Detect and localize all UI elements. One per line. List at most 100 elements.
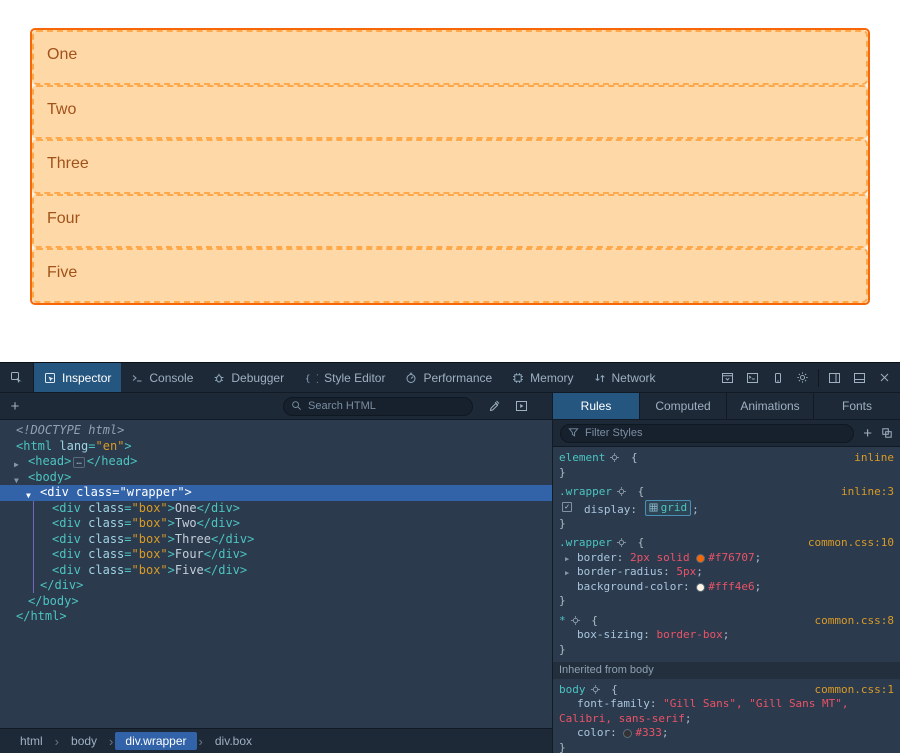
tab-network[interactable]: Network — [584, 363, 666, 392]
search-html-input[interactable] — [283, 397, 473, 416]
stylesheet-link[interactable]: common.css:10 — [808, 536, 894, 551]
color-swatch[interactable] — [696, 554, 705, 563]
settings-button[interactable] — [790, 363, 815, 392]
css-declaration[interactable]: ▶border: 2px solid #f76707; — [553, 551, 900, 566]
css-rule: .wrapper {common.css:10▶border: 2px soli… — [553, 536, 900, 609]
rule-selector[interactable]: .wrapper — [559, 485, 612, 498]
rule-selector[interactable]: body — [559, 683, 586, 696]
sidebar-tab-animations[interactable]: Animations — [727, 393, 814, 419]
color-swatch[interactable] — [696, 583, 705, 592]
pick-element-button[interactable] — [0, 363, 34, 392]
responsive-design-button[interactable] — [765, 363, 790, 392]
tab-debugger[interactable]: Debugger — [203, 363, 294, 392]
rule-selector[interactable]: element — [559, 451, 605, 464]
close-devtools-button[interactable] — [872, 363, 897, 392]
property-value: "Gill Sans", "Gill Sans MT", — [663, 697, 848, 710]
dock-to-bottom-icon — [853, 372, 866, 384]
markup-line[interactable]: ▶<head>…</head> — [0, 454, 552, 470]
css-rule: * {common.css:8box-sizing: border-box;} — [553, 614, 900, 658]
sidebar-tab-computed[interactable]: Computed — [640, 393, 727, 419]
tab-style-editor[interactable]: { }Style Editor — [294, 363, 395, 392]
markup-line[interactable]: <html lang="en"> — [0, 439, 552, 455]
css-declaration[interactable]: background-color: #fff4e6; — [553, 580, 900, 595]
grid-highlighter-toggle[interactable]: grid — [645, 500, 692, 517]
property-value: grid — [661, 501, 688, 516]
markup-line[interactable]: <div class="box">Two</div> — [0, 516, 552, 532]
declaration-checkbox[interactable]: ✓ — [562, 502, 572, 512]
css-declaration[interactable]: ▶border-radius: 5px; — [553, 565, 900, 580]
toolbar-right-icons — [715, 363, 900, 392]
rule-selector-line: element {inline — [553, 451, 900, 466]
grid-box: One — [32, 30, 868, 85]
markup-line[interactable]: <!DOCTYPE html> — [0, 423, 552, 439]
property-value: 5px — [676, 565, 696, 578]
markup-line[interactable]: <div class="box">One</div> — [0, 501, 552, 517]
markup-line[interactable]: ▼<body> — [0, 470, 552, 486]
filter-icon — [568, 427, 579, 438]
markup-line[interactable]: </div> — [0, 578, 552, 594]
css-declaration[interactable]: box-sizing: border-box; — [553, 628, 900, 643]
style-editor-icon: { } — [304, 372, 318, 384]
stylesheet-link[interactable]: inline:3 — [841, 485, 894, 500]
expand-icon[interactable]: ▶ — [565, 552, 569, 567]
breadcrumb-item-div.wrapper[interactable]: div.wrapper — [115, 732, 196, 750]
add-rule-button[interactable]: + — [863, 425, 872, 442]
rule-selector[interactable]: .wrapper — [559, 536, 612, 549]
css-declaration[interactable]: ✓display: grid; — [553, 500, 900, 517]
color-swatch[interactable] — [623, 729, 632, 738]
tab-label: Performance — [423, 371, 492, 385]
sidebar-tab-fonts[interactable]: Fonts — [814, 393, 900, 419]
css-declaration[interactable]: color: #333; — [553, 726, 900, 741]
eyedropper-button[interactable] — [488, 400, 500, 412]
selector-highlighter-icon[interactable] — [609, 452, 620, 463]
rules-toolbar: + — [553, 420, 900, 447]
dock-to-side-button[interactable] — [822, 363, 847, 392]
breadcrumb-item-div.box[interactable]: div.box — [205, 732, 262, 750]
rule-selector-line: .wrapper {common.css:10 — [553, 536, 900, 551]
eval-button[interactable] — [515, 400, 528, 412]
markup-line[interactable]: <div class="box">Four</div> — [0, 547, 552, 563]
gear-icon — [796, 371, 809, 384]
pseudo-class-panel-button[interactable] — [881, 427, 893, 439]
debugger-icon — [213, 372, 225, 384]
breadcrumb-item-body[interactable]: body — [61, 732, 107, 750]
markup-line[interactable]: <div class="box">Five</div> — [0, 563, 552, 579]
stylesheet-link[interactable]: common.css:1 — [815, 683, 894, 698]
sidebar-tab-rules[interactable]: Rules — [553, 393, 640, 419]
property-name: display — [584, 502, 630, 515]
responsive-design-icon — [772, 372, 784, 384]
performance-icon — [405, 372, 417, 384]
markup-line[interactable]: ▼<div class="wrapper"> — [0, 485, 552, 501]
selector-highlighter-icon[interactable] — [570, 615, 581, 626]
property-name: background-color — [577, 580, 683, 593]
color-value: #fff4e6 — [708, 580, 754, 593]
add-node-button[interactable]: + — [0, 398, 30, 415]
selector-highlighter-icon[interactable] — [616, 486, 627, 497]
markup-line[interactable]: </body> — [0, 594, 552, 610]
collapsed-marker[interactable]: … — [73, 457, 84, 468]
split-console-button[interactable] — [740, 363, 765, 392]
rules-list: element {inline}.wrapper {inline:3✓displ… — [553, 447, 900, 753]
stylesheet-link[interactable]: inline — [854, 451, 894, 466]
tab-memory[interactable]: Memory — [502, 363, 583, 392]
tab-inspector[interactable]: Inspector — [34, 363, 121, 392]
stylesheet-link[interactable]: common.css:8 — [815, 614, 894, 629]
grid-box: Four — [32, 194, 868, 249]
breadcrumb-item-html[interactable]: html — [10, 732, 53, 750]
tab-performance[interactable]: Performance — [395, 363, 502, 392]
expand-icon[interactable]: ▶ — [565, 566, 569, 581]
select-iframe-button[interactable] — [715, 363, 740, 392]
rule-selector[interactable]: * — [559, 614, 566, 627]
selector-highlighter-icon[interactable] — [590, 684, 601, 695]
css-rule: element {inline} — [553, 451, 900, 480]
dock-to-bottom-button[interactable] — [847, 363, 872, 392]
css-declaration[interactable]: font-family: "Gill Sans", "Gill Sans MT"… — [553, 697, 900, 712]
markup-line[interactable]: </html> — [0, 609, 552, 625]
grid-box: Five — [32, 248, 868, 303]
filter-styles-input[interactable] — [560, 424, 854, 443]
declaration-continuation: Calibri, sans-serif; — [553, 712, 900, 727]
selector-highlighter-icon[interactable] — [616, 537, 627, 548]
devtools-body: + <!DOCTYPE html><html lang="en">▶<head>… — [0, 393, 900, 753]
tab-console[interactable]: Console — [121, 363, 203, 392]
markup-line[interactable]: <div class="box">Three</div> — [0, 532, 552, 548]
